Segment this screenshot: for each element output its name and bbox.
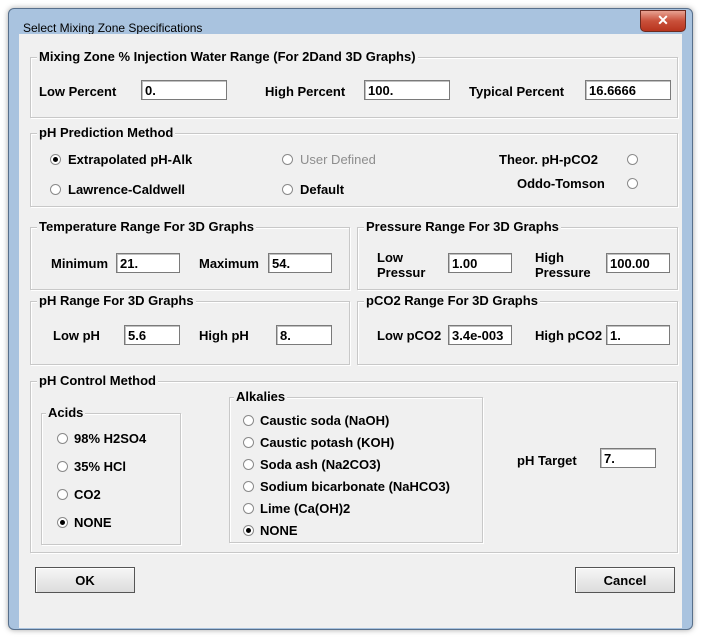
high-pco2-input[interactable]: 1.: [606, 325, 670, 345]
alkalies-legend: Alkalies: [234, 389, 288, 404]
low-percent-label: Low Percent: [39, 84, 117, 99]
pressure-high-label-line1: High: [535, 250, 564, 265]
extrapolated-label[interactable]: Extrapolated pH-Alk: [68, 152, 192, 167]
typical-percent-input[interactable]: 16.6666: [585, 80, 671, 100]
alkali-na2co3-radio[interactable]: [243, 459, 254, 470]
alkali-nahco3-label[interactable]: Sodium bicarbonate (NaHCO3): [260, 479, 450, 494]
default-radio[interactable]: [282, 184, 293, 195]
theor-ph-pco2-radio[interactable]: [627, 154, 638, 165]
temp-minimum-label: Minimum: [51, 256, 109, 271]
low-percent-input[interactable]: 0.: [141, 80, 227, 100]
acid-none-label[interactable]: NONE: [74, 515, 112, 530]
injection-range-group: Mixing Zone % Injection Water Range (For…: [30, 49, 678, 118]
lawrence-caldwell-radio[interactable]: [50, 184, 61, 195]
extrapolated-radio[interactable]: [50, 154, 61, 165]
acids-legend: Acids: [46, 405, 86, 420]
low-pco2-input[interactable]: 3.4e-003: [448, 325, 512, 345]
alkali-koh-label[interactable]: Caustic potash (KOH): [260, 435, 394, 450]
pressure-low-label-line2: Pressur: [377, 265, 426, 280]
high-ph-input[interactable]: 8.: [276, 325, 332, 345]
alkali-none-radio[interactable]: [243, 525, 254, 536]
temp-maximum-label: Maximum: [199, 256, 259, 271]
alkali-lime-radio[interactable]: [243, 503, 254, 514]
window-title: Select Mixing Zone Specifications: [23, 21, 203, 35]
injection-range-legend: Mixing Zone % Injection Water Range (For…: [37, 49, 418, 64]
ph-range-legend: pH Range For 3D Graphs: [37, 293, 196, 308]
high-percent-input[interactable]: 100.: [364, 80, 450, 100]
default-label[interactable]: Default: [300, 182, 344, 197]
acid-co2-radio[interactable]: [57, 489, 68, 500]
typical-percent-label: Typical Percent: [469, 84, 565, 99]
pressure-high-label-line2: Pressure: [535, 265, 591, 280]
alkali-lime-label[interactable]: Lime (Ca(OH)2: [260, 501, 350, 516]
high-percent-label: High Percent: [265, 84, 346, 99]
ok-button[interactable]: OK: [35, 567, 135, 593]
cancel-button[interactable]: Cancel: [575, 567, 675, 593]
user-defined-label[interactable]: User Defined: [300, 152, 376, 167]
oddo-tomson-radio[interactable]: [627, 178, 638, 189]
acid-h2so4-radio[interactable]: [57, 433, 68, 444]
temperature-range-legend: Temperature Range For 3D Graphs: [37, 219, 257, 234]
acid-co2-label[interactable]: CO2: [74, 487, 101, 502]
ph-target-label: pH Target: [517, 453, 577, 468]
pressure-low-label-line1: Low: [377, 250, 403, 265]
oddo-tomson-label[interactable]: Oddo-Tomson: [517, 176, 605, 191]
acid-hcl-label[interactable]: 35% HCl: [74, 459, 126, 474]
alkali-naoh-label[interactable]: Caustic soda (NaOH): [260, 413, 389, 428]
close-button[interactable]: ✕: [640, 10, 686, 32]
close-icon: ✕: [657, 12, 669, 28]
low-ph-label: Low pH: [53, 328, 100, 343]
temp-minimum-input[interactable]: 21.: [116, 253, 180, 273]
ph-control-legend: pH Control Method: [37, 373, 158, 388]
pressure-range-legend: Pressure Range For 3D Graphs: [364, 219, 561, 234]
temp-maximum-input[interactable]: 54.: [268, 253, 332, 273]
acid-h2so4-label[interactable]: 98% H2SO4: [74, 431, 146, 446]
alkali-na2co3-label[interactable]: Soda ash (Na2CO3): [260, 457, 381, 472]
pco2-range-legend: pCO2 Range For 3D Graphs: [364, 293, 540, 308]
alkali-naoh-radio[interactable]: [243, 415, 254, 426]
theor-ph-pco2-label[interactable]: Theor. pH-pCO2: [499, 152, 598, 167]
alkali-none-label[interactable]: NONE: [260, 523, 298, 538]
low-pco2-label: Low pCO2: [377, 328, 442, 343]
high-ph-label: High pH: [199, 328, 249, 343]
alkali-koh-radio[interactable]: [243, 437, 254, 448]
alkali-nahco3-radio[interactable]: [243, 481, 254, 492]
high-pco2-label: High pCO2: [535, 328, 603, 343]
acid-none-radio[interactable]: [57, 517, 68, 528]
lawrence-caldwell-label[interactable]: Lawrence-Caldwell: [68, 182, 185, 197]
pressure-high-input[interactable]: 100.00: [606, 253, 670, 273]
ph-prediction-legend: pH Prediction Method: [37, 125, 176, 140]
pressure-low-input[interactable]: 1.00: [448, 253, 512, 273]
user-defined-radio[interactable]: [282, 154, 293, 165]
acid-hcl-radio[interactable]: [57, 461, 68, 472]
ph-target-input[interactable]: 7.: [600, 448, 656, 468]
low-ph-input[interactable]: 5.6: [124, 325, 180, 345]
